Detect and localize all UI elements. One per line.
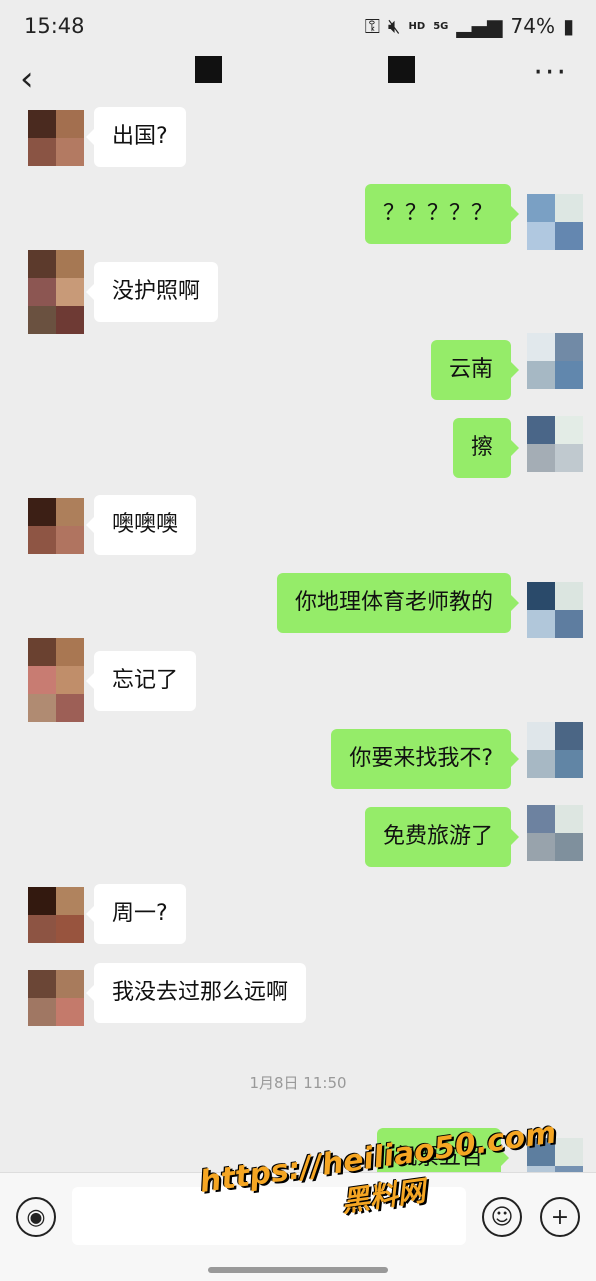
voice-icon[interactable]: ◉ — [16, 1197, 56, 1237]
avatar[interactable] — [28, 638, 84, 722]
message-bubble-in[interactable]: 我没去过那么远啊 — [85, 963, 307, 1023]
avatar[interactable] — [28, 498, 84, 554]
chat-header: ‹ ··· — [0, 52, 596, 110]
avatar-self[interactable] — [527, 722, 583, 778]
avatar-self[interactable] — [527, 194, 583, 250]
avatar-self[interactable] — [527, 333, 583, 389]
avatar-self[interactable] — [527, 582, 583, 638]
avatar[interactable] — [28, 970, 84, 1026]
key-icon: ⚿ — [364, 14, 380, 38]
message-bubble-out[interactable]: 擦 — [452, 418, 520, 478]
battery-percent: 74% — [510, 14, 555, 38]
message-bubble-in[interactable]: 出国? — [86, 107, 186, 167]
title-redaction-left — [195, 56, 222, 83]
avatar[interactable] — [28, 250, 84, 334]
signal-icon: ▂▄▆ — [456, 14, 503, 38]
emoji-icon[interactable]: ☺ — [482, 1197, 522, 1237]
message-bubble-out[interactable]: 免费旅游了 — [364, 807, 520, 867]
back-icon[interactable]: ‹ — [20, 62, 34, 96]
avatar[interactable] — [28, 887, 84, 943]
avatar-self[interactable] — [527, 805, 583, 861]
plus-icon[interactable]: + — [540, 1197, 580, 1237]
hd-label: HD — [408, 20, 426, 32]
message-bubble-out[interactable]: 你地理体育老师教的 — [276, 573, 520, 633]
message-timestamp: 1月8日 11:50 — [249, 1074, 347, 1092]
avatar-self[interactable] — [527, 416, 583, 472]
more-icon[interactable]: ··· — [533, 58, 568, 88]
message-bubble-in[interactable]: 没护照啊 — [85, 262, 219, 322]
status-time: 15:48 — [24, 14, 85, 38]
message-bubble-in[interactable]: 忘记了 — [85, 651, 197, 711]
status-bar: 15:48 ⚿ 🔇︎ HD 5G ▂▄▆ 74% ▮ — [0, 0, 596, 52]
message-bubble-out[interactable]: 你要来找我不? — [331, 729, 519, 789]
title-redaction-right — [388, 56, 415, 83]
signal-type: 5G — [433, 20, 449, 32]
battery-icon: ▮ — [562, 14, 574, 38]
mute-icon: 🔇︎ — [387, 14, 401, 38]
message-bubble-in[interactable]: 噢噢噢 — [85, 495, 197, 555]
home-indicator — [208, 1267, 388, 1273]
message-bubble-out[interactable]: ？？？？？ — [364, 184, 520, 244]
message-bubble-in[interactable]: 周一? — [86, 884, 186, 944]
avatar[interactable] — [28, 110, 84, 166]
message-bubble-out[interactable]: 云南 — [430, 340, 520, 400]
